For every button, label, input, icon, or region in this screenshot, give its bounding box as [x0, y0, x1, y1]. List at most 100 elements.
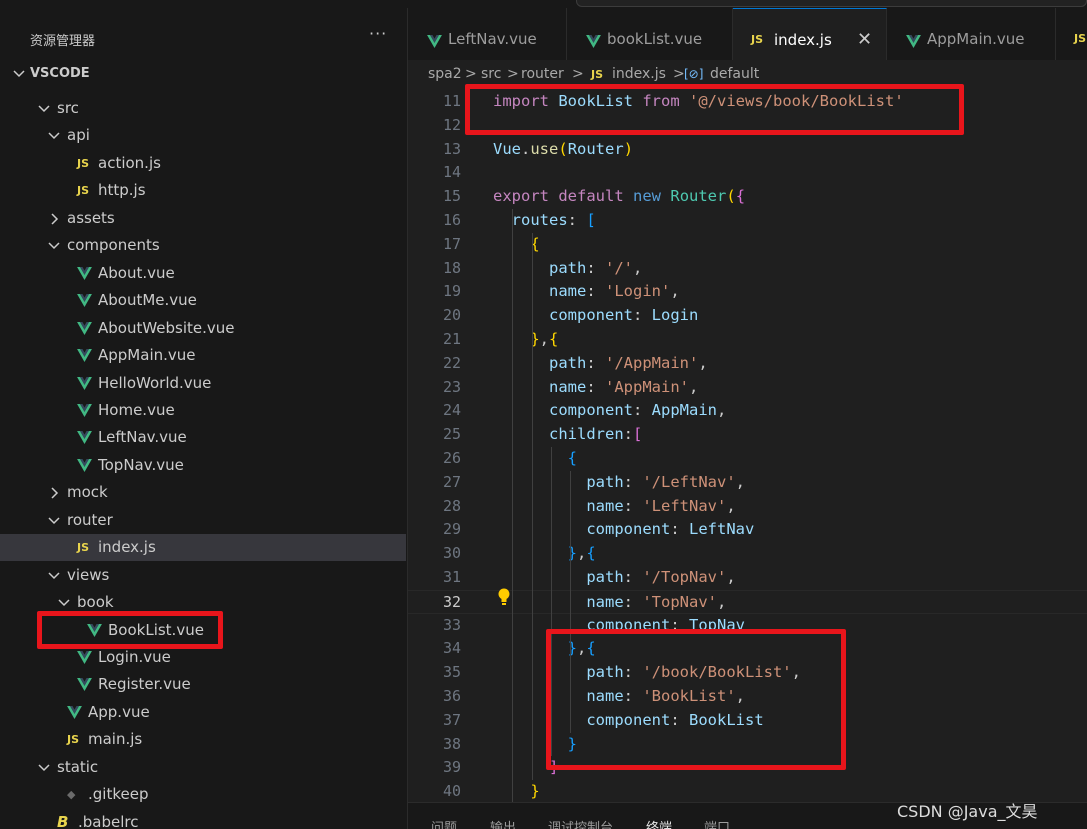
tree-folder[interactable]: assets	[0, 205, 406, 232]
workspace-header[interactable]: VSCODE	[0, 62, 407, 86]
panel-tab-problems[interactable]: 问题	[431, 817, 457, 829]
chevron-down-icon	[38, 105, 50, 113]
tree-item-label: .gitkeep	[88, 785, 149, 804]
tree-file[interactable]: AppMain.vue	[0, 342, 406, 369]
line-number: 24	[442, 401, 461, 420]
vue-file-icon	[67, 705, 82, 719]
tree-file[interactable]: Home.vue	[0, 397, 406, 424]
panel-tab-debug-console[interactable]: 调试控制台	[548, 817, 613, 829]
code-text: path: '/',	[549, 258, 643, 277]
vue-file-icon-wrap	[67, 705, 82, 723]
panel-tab-output[interactable]: 输出	[490, 817, 516, 829]
tree-folder[interactable]: src	[0, 95, 406, 122]
annotation-box-booklist-file	[37, 611, 223, 649]
chevron-right-icon	[51, 213, 59, 225]
code-text: path: '/TopNav',	[586, 568, 736, 586]
vue-file-icon	[77, 266, 92, 280]
vue-file-icon	[77, 376, 92, 390]
editor-tabs: LeftNav.vue bookList.vue JS index.js ✕ AppMai…	[408, 8, 1087, 60]
tree-file[interactable]: JS action.js	[0, 150, 406, 177]
vue-file-icon-wrap	[906, 33, 921, 52]
line-number: 12	[442, 115, 461, 134]
line-number: 25	[442, 425, 461, 444]
code-line: 14	[408, 161, 1087, 185]
line-number: 40	[442, 782, 461, 801]
line-number: 36	[442, 687, 461, 705]
tree-item-label: AboutMe.vue	[98, 291, 197, 310]
chevron-down-icon	[13, 70, 25, 78]
panel-tab-terminal[interactable]: 终端	[646, 817, 672, 829]
vue-file-icon-wrap	[77, 376, 92, 394]
breadcrumb-item[interactable]: spa2	[428, 66, 462, 82]
panel-tab-ports[interactable]: 端口	[704, 817, 730, 829]
breadcrumb-separator: >	[673, 66, 685, 82]
code-text: name: 'Login',	[549, 282, 680, 301]
line-number: 16	[442, 211, 461, 229]
tree-file[interactable]: App.vue	[0, 699, 406, 726]
tree-item-label: book	[77, 593, 114, 612]
tree-item-label: assets	[67, 208, 115, 227]
tree-file[interactable]: About.vue	[0, 260, 406, 287]
editor-tab[interactable]: AppMain.vue	[887, 8, 1056, 60]
tree-file[interactable]: AboutMe.vue	[0, 287, 406, 314]
lightbulb-icon[interactable]	[497, 588, 511, 606]
editor-tab[interactable]: JS index.js ✕	[733, 8, 887, 60]
tree-file[interactable]: HelloWorld.vue	[0, 370, 406, 397]
editor-tab[interactable]: JS	[1056, 8, 1087, 60]
tree-item-label: router	[67, 510, 113, 529]
git-file-icon: ◆	[67, 788, 76, 802]
more-actions-icon[interactable]: ···	[369, 24, 387, 43]
tree-file[interactable]: AboutWebsite.vue	[0, 315, 406, 342]
tree-file[interactable]: B .babelrc	[0, 809, 406, 829]
editor-tab[interactable]: LeftNav.vue	[408, 8, 567, 60]
tree-item-label: index.js	[98, 538, 156, 557]
code-line: 25 children:[	[408, 423, 1087, 447]
tree-file[interactable]: JS main.js	[0, 726, 406, 753]
tree-file[interactable]: JS http.js	[0, 177, 406, 204]
vue-file-icon-wrap	[77, 266, 92, 284]
line-number: 35	[442, 663, 461, 682]
line-number: 19	[442, 282, 461, 301]
tree-folder[interactable]: router	[0, 507, 406, 534]
tree-folder[interactable]: api	[0, 122, 406, 149]
tree-item-label: mock	[67, 483, 108, 502]
chevron-down-icon	[48, 132, 60, 140]
command-center[interactable]	[576, 0, 1087, 7]
breadcrumb-item[interactable]: src	[481, 66, 501, 82]
code-line: 16 routes: [	[408, 209, 1087, 233]
js-file-icon: JS	[591, 68, 604, 81]
tree-folder[interactable]: views	[0, 562, 406, 589]
breadcrumb-separator: >	[465, 66, 477, 82]
tree-file[interactable]: Register.vue	[0, 671, 406, 698]
line-number: 15	[442, 187, 461, 206]
breadcrumb-file[interactable]: index.js	[612, 66, 666, 82]
tab-label: AppMain.vue	[927, 30, 1025, 48]
tree-file[interactable]: TopNav.vue	[0, 452, 406, 479]
code-line: 31 path: '/TopNav',	[408, 566, 1087, 590]
menu-bar	[0, 0, 408, 8]
vue-file-icon-wrap	[77, 321, 92, 339]
editor-tab[interactable]: bookList.vue	[567, 8, 733, 60]
tab-label: index.js	[774, 31, 832, 49]
tree-folder[interactable]: static	[0, 754, 406, 781]
code-text: path: '/LeftNav',	[586, 472, 745, 491]
tree-item-label: src	[57, 99, 79, 117]
tree-file[interactable]: ◆ .gitkeep	[0, 781, 406, 808]
code-text: component: AppMain,	[549, 401, 727, 420]
code-text: component: Login	[549, 306, 699, 325]
annotation-box-import	[465, 84, 964, 135]
close-icon[interactable]: ✕	[857, 29, 872, 50]
tree-folder[interactable]: mock	[0, 479, 406, 506]
tree-item-label: AppMain.vue	[98, 346, 196, 365]
tree-folder[interactable]: components	[0, 232, 406, 259]
breadcrumb-symbol[interactable]: default	[710, 66, 759, 82]
code-line: 30 },{	[408, 542, 1087, 566]
tree-file[interactable]: JS index.js	[0, 534, 406, 562]
breadcrumb-item[interactable]: router	[521, 66, 564, 82]
tree-item-label: views	[67, 565, 110, 584]
tree-item-label: AboutWebsite.vue	[98, 318, 235, 337]
tree-file[interactable]: LeftNav.vue	[0, 424, 406, 451]
breadcrumb-separator: >	[507, 66, 519, 82]
code-text: name: 'AppMain',	[549, 377, 699, 396]
vue-file-icon	[77, 431, 92, 445]
